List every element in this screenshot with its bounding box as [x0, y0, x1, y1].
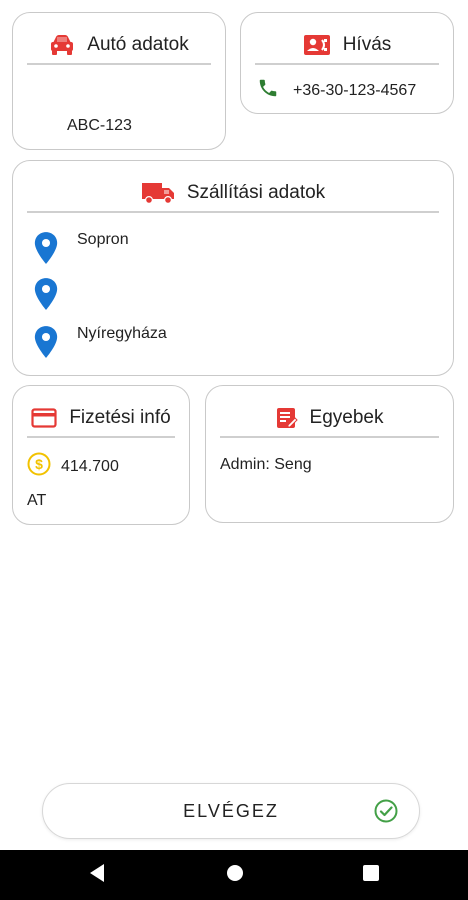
truck-icon [141, 181, 175, 205]
call-card[interactable]: Hívás +36-30-123-4567 [240, 12, 454, 114]
car-card-title: Autó adatok [87, 34, 189, 55]
svg-text:$: $ [35, 456, 43, 472]
nav-back-icon [88, 863, 106, 888]
nav-recents-icon [362, 864, 380, 887]
other-card-header: Egyebek [220, 400, 439, 438]
dollar-coin-icon: $ [27, 452, 51, 481]
phone-icon [257, 77, 279, 104]
location-pin-icon [33, 231, 59, 270]
stop-middle [33, 277, 77, 316]
other-note: Admin: Seng [220, 456, 312, 473]
other-card-title: Egyebek [309, 407, 384, 428]
payment-method: AT [27, 492, 47, 509]
license-plate: ABC-123 [67, 117, 132, 134]
note-edit-icon [276, 407, 298, 429]
shipping-card-title: Szállítási adatok [186, 182, 326, 203]
stop-destination: Nyíregyháza [33, 325, 167, 364]
system-navigation-bar [0, 850, 468, 900]
location-pin-icon [33, 277, 59, 316]
shipping-card-header: Szállítási adatok [27, 175, 439, 213]
payment-card: Fizetési infó $ 414.700 AT [12, 385, 190, 525]
call-card-header: Hívás [255, 27, 439, 65]
shipping-card: Szállítási adatok Sopron Nyíregyháza [12, 160, 454, 376]
car-icon [49, 34, 75, 56]
payment-card-header: Fizetési infó [27, 400, 175, 438]
nav-home-button[interactable] [205, 850, 265, 900]
location-pin-icon [33, 325, 59, 364]
stop-destination-label: Nyíregyháza [77, 325, 167, 342]
nav-recents-button[interactable] [341, 850, 401, 900]
stop-origin: Sopron [33, 231, 129, 270]
nav-home-icon [225, 863, 245, 888]
payment-amount: 414.700 [61, 457, 119, 475]
payment-amount-row: $ 414.700 [27, 452, 119, 481]
check-circle-icon [373, 798, 399, 829]
nav-back-button[interactable] [67, 850, 127, 900]
other-card: Egyebek Admin: Seng [205, 385, 454, 523]
phone-number[interactable]: +36-30-123-4567 [293, 82, 416, 100]
payment-card-title: Fizetési infó [69, 407, 171, 428]
phone-row[interactable]: +36-30-123-4567 [257, 77, 416, 104]
complete-button-label: ELVÉGEZ [183, 800, 279, 821]
complete-button[interactable]: ELVÉGEZ [42, 783, 420, 839]
car-card: Autó adatok ABC-123 [12, 12, 226, 150]
credit-card-icon [31, 408, 57, 428]
car-card-header: Autó adatok [27, 27, 211, 65]
stop-origin-label: Sopron [77, 231, 129, 248]
call-card-title: Hívás [342, 34, 392, 55]
contact-call-icon [303, 34, 331, 56]
